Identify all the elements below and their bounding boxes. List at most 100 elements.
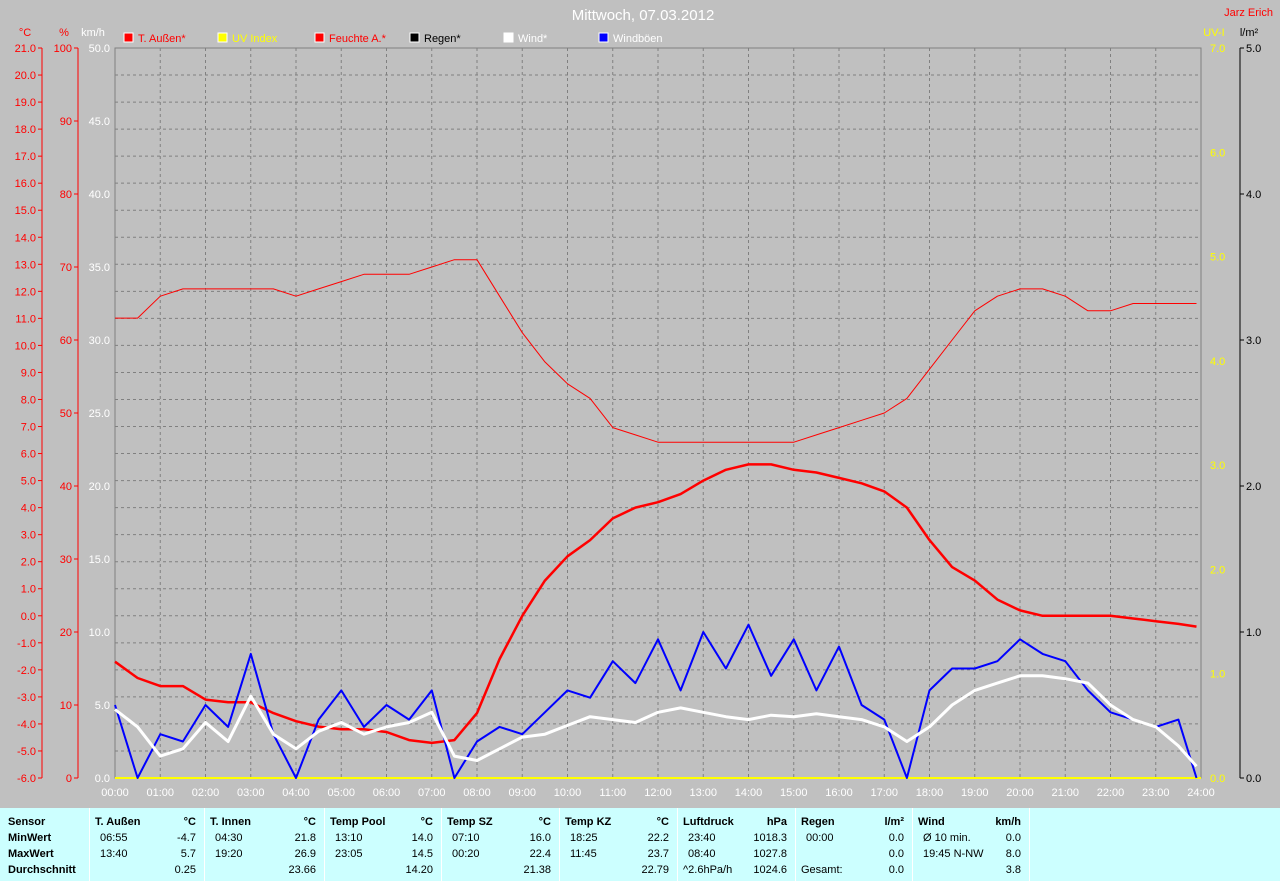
time-tick-label: 16:00 — [825, 787, 853, 799]
humidity-tick-label: 0 — [66, 773, 72, 785]
max-value: 23.7 — [647, 848, 669, 860]
column-name: Temp KZ — [565, 816, 612, 828]
rain-tick-label: 4.0 — [1246, 189, 1261, 201]
legend-swatch — [217, 32, 228, 43]
min-value: 0.0 — [1005, 832, 1021, 844]
humidity-tick-label: 70 — [60, 262, 72, 274]
temp-tick-label: 12.0 — [15, 286, 36, 298]
min-value: 1018.3 — [753, 832, 787, 844]
min-time: 13:10 — [335, 832, 363, 844]
wind-tick-label: 20.0 — [89, 481, 110, 493]
avg-value: 0.0 — [888, 864, 904, 876]
uv-tick-label: 4.0 — [1210, 356, 1225, 368]
chart-title: Mittwoch, 07.03.2012 — [572, 7, 715, 24]
time-tick-label: 11:00 — [599, 787, 626, 799]
humidity-tick-label: 10 — [60, 700, 72, 712]
time-tick-label: 13:00 — [689, 787, 717, 799]
temp-unit-label: °C — [19, 27, 31, 39]
legend-label: Regen* — [424, 33, 461, 45]
max-time: 19:20 — [215, 848, 243, 860]
avg-value: 0.25 — [174, 864, 196, 876]
time-tick-label: 02:00 — [192, 787, 220, 799]
temp-tick-label: 15.0 — [15, 205, 36, 217]
humidity-tick-label: 60 — [60, 335, 72, 347]
time-tick-label: 04:00 — [282, 787, 310, 799]
rain-tick-label: 3.0 — [1246, 335, 1261, 347]
time-tick-label: 07:00 — [418, 787, 446, 799]
temp-tick-label: 18.0 — [15, 124, 36, 136]
rain-tick-label: 1.0 — [1246, 627, 1261, 639]
temp-tick-label: -2.0 — [17, 665, 36, 677]
humidity-tick-label: 40 — [60, 481, 72, 493]
temp-tick-label: -3.0 — [17, 692, 36, 704]
wind-tick-label: 30.0 — [89, 335, 110, 347]
time-tick-label: 18:00 — [916, 787, 944, 799]
time-tick-label: 15:00 — [780, 787, 808, 799]
max-value: 8.0 — [1005, 848, 1021, 860]
wind-tick-label: 25.0 — [89, 408, 110, 420]
column-unit: °C — [303, 816, 316, 828]
temp-tick-label: 17.0 — [15, 151, 36, 163]
legend: T. Außen* UV Index Feuchte A.* Regen* Wind* W… — [123, 32, 663, 45]
temp-tick-label: 16.0 — [15, 178, 36, 190]
avg-note: Gesamt: — [801, 864, 843, 876]
min-time: 04:30 — [215, 832, 243, 844]
column-unit: hPa — [766, 816, 787, 828]
time-tick-label: 03:00 — [237, 787, 265, 799]
time-tick-label: 21:00 — [1051, 787, 1079, 799]
max-value: 5.7 — [180, 848, 196, 860]
temp-tick-label: 7.0 — [21, 422, 36, 434]
max-time: 00:20 — [452, 848, 480, 860]
time-tick-label: 19:00 — [961, 787, 989, 799]
temp-tick-label: -6.0 — [17, 773, 36, 785]
max-time: 13:40 — [100, 848, 128, 860]
temp-tick-label: 20.0 — [15, 70, 36, 82]
temp-tick-label: 13.0 — [15, 259, 36, 271]
column-unit: km/h — [995, 816, 1021, 828]
legend-swatch — [503, 32, 514, 43]
table-column: Temp Pool °C 13:10 14.0 23:05 14.5 14.20 — [325, 808, 442, 881]
stats-table: Sensor MinWert MaxWert Durchschnitt T. A… — [0, 808, 1280, 881]
column-unit: l/m² — [884, 816, 904, 828]
time-tick-label: 23:00 — [1142, 787, 1170, 799]
column-unit: °C — [538, 816, 551, 828]
row-label-avg: Durchschnitt — [8, 864, 76, 876]
column-unit: °C — [656, 816, 669, 828]
temp-tick-label: -1.0 — [17, 638, 36, 650]
max-value: 26.9 — [294, 848, 316, 860]
time-tick-label: 20:00 — [1006, 787, 1034, 799]
table-column: T. Innen °C 04:30 21.8 19:20 26.9 23.66 — [205, 808, 325, 881]
min-time: 18:25 — [570, 832, 598, 844]
time-tick-label: 12:00 — [644, 787, 672, 799]
rain-tick-label: 5.0 — [1246, 43, 1261, 55]
wind-tick-label: 50.0 — [89, 43, 110, 55]
time-tick-label: 17:00 — [870, 787, 898, 799]
table-column: T. Außen °C 06:55 -4.7 13:40 5.7 0.25 — [90, 808, 205, 881]
row-label-min: MinWert — [8, 832, 52, 844]
temp-tick-label: 8.0 — [21, 394, 36, 406]
temp-tick-label: 0.0 — [21, 611, 36, 623]
min-time: 06:55 — [100, 832, 128, 844]
time-tick-label: 01:00 — [146, 787, 174, 799]
min-value: 16.0 — [529, 832, 551, 844]
max-value: 22.4 — [529, 848, 551, 860]
temp-tick-label: 14.0 — [15, 232, 36, 244]
column-name: T. Innen — [210, 816, 251, 828]
row-label-column: Sensor MinWert MaxWert Durchschnitt — [0, 808, 90, 881]
temp-tick-label: 10.0 — [15, 340, 36, 352]
min-value: 21.8 — [294, 832, 316, 844]
uv-tick-label: 5.0 — [1210, 252, 1225, 264]
temp-tick-label: 1.0 — [21, 584, 36, 596]
time-tick-label: 22:00 — [1097, 787, 1125, 799]
column-name: Wind — [918, 816, 945, 828]
legend-swatch — [598, 32, 609, 43]
uv-tick-label: 2.0 — [1210, 564, 1225, 576]
column-unit: °C — [420, 816, 433, 828]
legend-swatch — [409, 32, 420, 43]
min-value: 22.2 — [647, 832, 669, 844]
column-name: Luftdruck — [683, 816, 734, 828]
min-value: -4.7 — [177, 832, 196, 844]
legend-label: T. Außen* — [138, 33, 186, 45]
uv-tick-label: 1.0 — [1210, 669, 1225, 681]
avg-value: 22.79 — [641, 864, 669, 876]
